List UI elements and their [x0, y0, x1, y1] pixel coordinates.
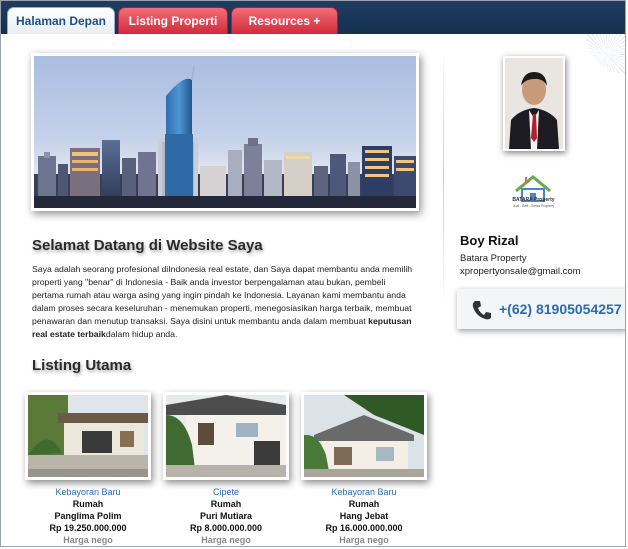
- listing-location-link[interactable]: Kebayoran Baru: [301, 486, 427, 498]
- tab-label: Listing Properti: [128, 14, 218, 28]
- listing-name: Panglima Polim: [54, 511, 122, 521]
- logo-title: BATARA Property: [512, 197, 555, 203]
- phone-icon: [472, 301, 491, 320]
- house-photo: [28, 395, 148, 477]
- city-skyline-illustration: [34, 65, 416, 208]
- listing-location-link[interactable]: Cipete: [163, 486, 289, 498]
- agent-name: Boy Rizal: [460, 233, 519, 248]
- tab-halaman-depan[interactable]: Halaman Depan: [7, 7, 115, 34]
- listing-type: Rumah: [72, 499, 104, 509]
- welcome-paragraph: Saya adalah seorang profesional diIndone…: [32, 263, 417, 341]
- listing-image-hang-jebat[interactable]: [301, 392, 427, 480]
- listing-image-puri-mutiara[interactable]: [163, 392, 289, 480]
- agent-company: Batara Property: [460, 253, 527, 264]
- tab-label: Resources +: [248, 14, 321, 28]
- listing-note: Harga nego: [339, 535, 389, 545]
- company-logo: BATARA Property Jual - Beli - Sewa Prope…: [506, 167, 561, 211]
- logo-subtitle: Jual - Beli - Sewa Property: [512, 204, 555, 208]
- agent-photo: [503, 56, 565, 151]
- listing-caption: Kebayoran Baru Rumah Panglima Polim Rp 1…: [25, 486, 151, 546]
- listing-note: Harga nego: [63, 535, 113, 545]
- page-frame: Halaman Depan Listing Properti Resources…: [0, 0, 626, 547]
- hero-banner-image: [31, 53, 419, 211]
- listing-price: Rp 19.250.000.000: [49, 523, 127, 533]
- sidebar-divider: [443, 41, 444, 311]
- listing-image-panglima-polim[interactable]: [25, 392, 151, 480]
- phone-box[interactable]: +(62) 81905054257: [457, 289, 625, 329]
- welcome-heading: Selamat Datang di Website Saya: [32, 237, 263, 254]
- tab-listing-properti[interactable]: Listing Properti: [118, 7, 228, 34]
- listing-caption: Kebayoran Baru Rumah Hang Jebat Rp 16.00…: [301, 486, 427, 546]
- listing-heading: Listing Utama: [32, 357, 132, 374]
- house-photo: [166, 395, 286, 477]
- listing-price: Rp 8.000.000.000: [189, 523, 263, 533]
- top-navigation: Halaman Depan Listing Properti Resources…: [1, 1, 625, 34]
- listing-type: Rumah: [210, 499, 242, 509]
- agent-email[interactable]: xpropertyonsale@gmail.com: [460, 266, 581, 277]
- listing-location-link[interactable]: Kebayoran Baru: [25, 486, 151, 498]
- listing-name: Hang Jebat: [339, 511, 389, 521]
- welcome-text-end: dalam hidup anda.: [105, 329, 178, 339]
- tab-label: Halaman Depan: [15, 14, 107, 28]
- house-photo: [304, 395, 424, 477]
- listing-type: Rumah: [348, 499, 380, 509]
- agent-portrait: [505, 58, 563, 149]
- listing-caption: Cipete Rumah Puri Mutiara Rp 8.000.000.0…: [163, 486, 289, 546]
- phone-number: +(62) 81905054257: [499, 301, 622, 317]
- tab-resources[interactable]: Resources +: [231, 7, 338, 34]
- listing-note: Harga nego: [201, 535, 251, 545]
- listing-name: Puri Mutiara: [199, 511, 252, 521]
- listing-price: Rp 16.000.000.000: [325, 523, 403, 533]
- welcome-text: Saya adalah seorang profesional diIndone…: [32, 264, 413, 326]
